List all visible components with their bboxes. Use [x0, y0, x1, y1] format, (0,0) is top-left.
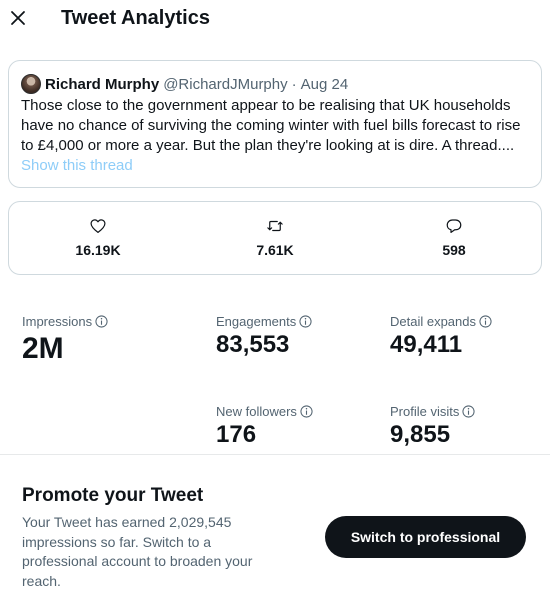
replies-count: 598	[442, 242, 466, 258]
engagement-summary: 16.19K 7.61K 598	[8, 201, 542, 275]
detail-expands-value: 49,411	[390, 331, 463, 358]
profile-visits-label: Profile visits	[390, 404, 460, 419]
profile-visits-stat: Profile visits 9,855	[390, 404, 475, 449]
new-followers-value: 176	[216, 421, 257, 448]
tweet-date[interactable]: Aug 24	[301, 76, 349, 93]
header: Tweet Analytics	[0, 0, 550, 40]
impressions-label: Impressions	[22, 314, 93, 329]
info-icon[interactable]	[299, 315, 312, 328]
close-button[interactable]	[8, 8, 28, 28]
detail-expands-label: Detail expands	[390, 314, 476, 329]
replies-metric: 598	[394, 216, 514, 258]
info-icon[interactable]	[479, 315, 492, 328]
tweet-header: Richard Murphy @RichardJMurphy · Aug 24	[21, 74, 348, 94]
close-icon	[11, 11, 25, 25]
engagements-value: 83,553	[216, 331, 290, 358]
profile-visits-value: 9,855	[390, 421, 451, 448]
divider	[0, 454, 550, 455]
engagements-stat: Engagements 83,553	[216, 314, 312, 359]
impressions-value: 2M	[22, 332, 64, 365]
heart-icon	[88, 216, 108, 236]
info-icon[interactable]	[462, 405, 475, 418]
show-thread-link[interactable]: Show this thread	[21, 157, 133, 174]
avatar[interactable]	[21, 74, 41, 94]
switch-to-professional-button[interactable]: Switch to professional	[325, 516, 526, 558]
impressions-stat: Impressions 2M	[22, 314, 108, 366]
author-name[interactable]: Richard Murphy	[45, 76, 159, 93]
reply-icon	[444, 216, 464, 236]
info-icon[interactable]	[95, 315, 108, 328]
retweet-icon	[265, 216, 285, 236]
page-title: Tweet Analytics	[61, 7, 210, 29]
likes-count: 16.19K	[75, 242, 121, 258]
separator: ·	[291, 75, 297, 93]
retweets-metric: 7.61K	[215, 216, 335, 258]
tweet-card[interactable]: Richard Murphy @RichardJMurphy · Aug 24 …	[8, 60, 542, 188]
new-followers-label: New followers	[216, 404, 297, 419]
detail-expands-stat: Detail expands 49,411	[390, 314, 492, 359]
retweets-count: 7.61K	[256, 242, 294, 258]
info-icon[interactable]	[300, 405, 313, 418]
likes-metric: 16.19K	[38, 216, 158, 258]
promo-title: Promote your Tweet	[22, 485, 204, 506]
promo-text: Your Tweet has earned 2,029,545 impressi…	[22, 514, 253, 589]
tweet-text: Those close to the government appear to …	[21, 97, 521, 154]
author-handle[interactable]: @RichardJMurphy	[163, 76, 287, 93]
engagements-label: Engagements	[216, 314, 297, 329]
new-followers-stat: New followers 176	[216, 404, 313, 449]
